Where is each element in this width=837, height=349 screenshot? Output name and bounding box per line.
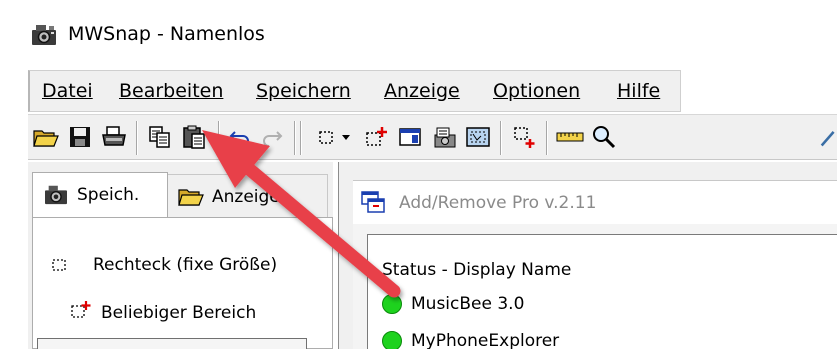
open-button[interactable]: [32, 123, 60, 151]
program-name: MyPhoneExplorer: [411, 331, 560, 349]
toolbar-separator: [218, 121, 220, 155]
toolbar: [28, 114, 837, 160]
save-disk-icon: [70, 127, 90, 147]
redo-icon: [263, 131, 283, 146]
print-button[interactable]: [100, 123, 128, 151]
left-panel: Speich. Anzeigen Rechteck (fixe Größe) B…: [28, 162, 333, 349]
capture-dropdown-button[interactable]: [338, 123, 354, 151]
menu-label: Optionen: [493, 80, 581, 102]
eyedropper-button[interactable]: [820, 123, 837, 151]
toolbar-separator: [294, 121, 296, 155]
open-folder-icon: [178, 189, 204, 206]
program-name: MusicBee 3.0: [411, 294, 525, 314]
window-title: MWSnap - Namenlos: [68, 23, 265, 45]
paste-button[interactable]: [180, 123, 208, 151]
toolbar-separator: [300, 121, 302, 155]
menu-datei[interactable]: Datei: [42, 80, 93, 102]
menu-speichern[interactable]: Speichern: [256, 80, 351, 102]
camera-icon: [45, 185, 67, 205]
capture-options-panel: Rechteck (fixe Größe) Beliebiger Bereich: [32, 217, 333, 349]
any-area-capture-button[interactable]: [362, 123, 390, 151]
tab-label: Speich.: [77, 185, 140, 205]
menu-hilfe[interactable]: Hilfe: [617, 80, 660, 102]
dotted-rectangle-icon: [52, 259, 66, 271]
captured-window-titlebar: Add/Remove Pro v.2.11: [353, 180, 837, 224]
option-box: [37, 338, 307, 349]
undo-icon: [229, 131, 249, 146]
tab-anzeigen[interactable]: Anzeigen: [168, 174, 328, 218]
menu-capture-button[interactable]: [430, 123, 458, 151]
eyedropper-icon: [820, 131, 835, 147]
tab-label: Anzeigen: [212, 187, 291, 207]
undo-button[interactable]: [226, 123, 254, 151]
option-fixed-rectangle[interactable]: Rechteck (fixe Größe): [93, 254, 277, 276]
window-capture-icon: [399, 128, 421, 146]
menu-capture-icon: [434, 127, 456, 148]
paste-icon: [183, 125, 205, 149]
ruler-button[interactable]: [556, 123, 584, 151]
redo-button[interactable]: [258, 123, 286, 151]
menu-label: Hilfe: [617, 80, 661, 102]
full-screen-capture-icon: [466, 127, 490, 147]
full-screen-capture-button[interactable]: [464, 123, 492, 151]
menu-label: Anzeige: [384, 80, 460, 102]
status-ok-icon: [382, 331, 402, 349]
program-list: Status - Display Name MusicBee 3.0 MyPho…: [367, 234, 837, 349]
ruler-icon: [556, 132, 584, 142]
toolbar-separator: [500, 121, 502, 155]
list-column-header[interactable]: Status - Display Name: [382, 259, 571, 281]
menu-anzeige[interactable]: Anzeige: [384, 80, 460, 102]
rectangle-capture-icon: [319, 131, 333, 144]
toolbar-separator: [136, 121, 138, 155]
add-frame-button[interactable]: [510, 123, 538, 151]
menu-bearbeiten[interactable]: Bearbeiten: [119, 80, 223, 102]
captured-window-title: Add/Remove Pro v.2.11: [399, 193, 597, 213]
menu-label: Speichern: [256, 80, 351, 102]
capture-canvas: Add/Remove Pro v.2.11 Status - Display N…: [338, 162, 837, 349]
window-capture-button[interactable]: [396, 123, 424, 151]
zoom-button[interactable]: [590, 123, 618, 151]
title-bar: MWSnap - Namenlos: [0, 0, 837, 66]
copy-button[interactable]: [146, 123, 174, 151]
rectangle-capture-button[interactable]: [312, 123, 340, 151]
menu-optionen[interactable]: Optionen: [493, 80, 580, 102]
zoom-icon: [593, 126, 616, 149]
add-remove-program-icon: [361, 191, 385, 213]
dotted-rectangle-plus-icon: [71, 301, 91, 318]
status-ok-icon: [382, 294, 402, 314]
dropdown-arrow-icon: [342, 135, 350, 140]
captured-window-body: Status - Display Name MusicBee 3.0 MyPho…: [353, 224, 837, 349]
toolbar-separator: [546, 121, 548, 155]
print-icon: [102, 126, 126, 146]
camera-icon: [32, 25, 56, 45]
copy-icon: [149, 126, 170, 148]
any-area-capture-icon: [366, 127, 387, 146]
open-folder-icon: [33, 130, 59, 147]
menu-bar: Datei Bearbeiten Speichern Anzeige Optio…: [28, 70, 681, 112]
save-button[interactable]: [66, 123, 94, 151]
option-any-area[interactable]: Beliebiger Bereich: [101, 302, 256, 324]
menu-label: Datei: [42, 80, 93, 102]
menu-label: Bearbeiten: [119, 80, 224, 102]
add-frame-icon: [514, 127, 535, 148]
tab-speichern[interactable]: Speich.: [32, 172, 168, 218]
